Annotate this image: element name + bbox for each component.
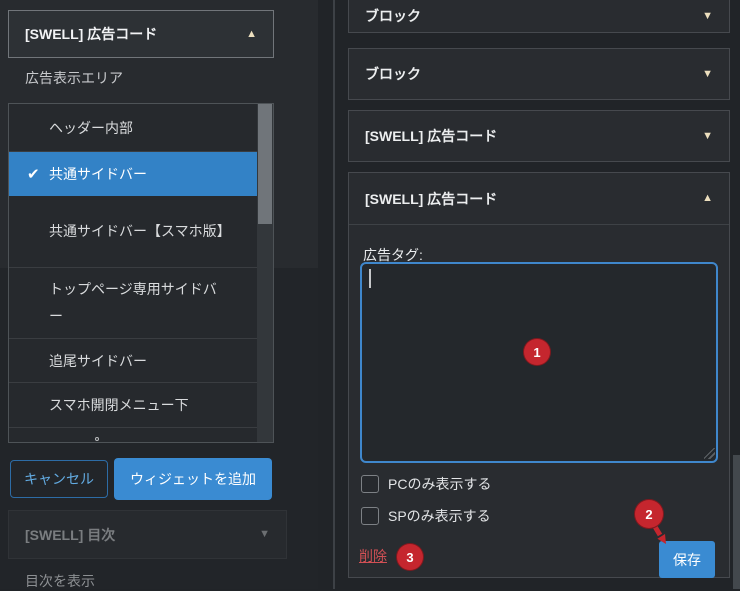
annotation-marker-2: 2 xyxy=(634,499,664,529)
resize-handle-icon[interactable] xyxy=(704,448,715,459)
expand-arrow-icon[interactable]: ▼ xyxy=(702,131,713,142)
widget-box-title: ブロック xyxy=(365,6,421,26)
panel-divider xyxy=(333,0,335,589)
widget-box-header[interactable]: [SWELL] 広告コード ▼ xyxy=(349,111,729,161)
widget-header-swell-ad-code[interactable]: [SWELL] 広告コード ▲ xyxy=(8,10,274,58)
widget-title: [SWELL] 目次 xyxy=(25,525,115,545)
sp-only-label: SPのみ表示する xyxy=(388,506,491,526)
list-item-label: トップページ専用サイドバー xyxy=(49,276,225,330)
checkmark-icon: ✔ xyxy=(27,165,40,183)
text-caret xyxy=(369,269,371,288)
list-item-partial[interactable] xyxy=(9,428,258,443)
list-item-sp-menu-bottom[interactable]: スマホ開閉メニュー下 xyxy=(9,383,258,428)
widget-box-title: ブロック xyxy=(365,64,421,84)
ad-display-area-label: 広告表示エリア xyxy=(25,68,123,88)
delete-link[interactable]: 削除 xyxy=(359,546,387,566)
sp-only-checkbox[interactable] xyxy=(361,507,379,525)
pc-only-checkbox[interactable] xyxy=(361,475,379,493)
add-widget-button[interactable]: ウィジェットを追加 xyxy=(114,458,272,500)
ad-area-list: ヘッダー内部 ✔ 共通サイドバー 共通サイドバー【スマホ版】 トップページ専用サ… xyxy=(9,104,258,443)
collapse-arrow-icon[interactable]: ▲ xyxy=(702,193,713,204)
list-scrollbar-thumb[interactable] xyxy=(258,104,272,224)
cancel-button[interactable]: キャンセル xyxy=(10,460,108,498)
widget-header-swell-toc[interactable]: [SWELL] 目次 ▼ xyxy=(8,510,287,559)
list-item-label: ヘッダー内部 xyxy=(49,118,133,138)
list-item-label: 共通サイドバー xyxy=(49,164,147,184)
pc-only-checkbox-row[interactable]: PCのみ表示する xyxy=(361,474,491,494)
list-item-top-page-sidebar[interactable]: トップページ専用サイドバー xyxy=(9,268,258,339)
expand-arrow-icon[interactable]: ▼ xyxy=(702,11,713,22)
widget-box-ad-code-collapsed: [SWELL] 広告コード ▼ xyxy=(348,110,730,162)
page-scrollbar-thumb[interactable] xyxy=(733,455,740,589)
ad-area-listbox[interactable]: ヘッダー内部 ✔ 共通サイドバー 共通サイドバー【スマホ版】 トップページ専用サ… xyxy=(8,103,274,443)
widget-title: [SWELL] 広告コード xyxy=(25,24,157,44)
widget-box-header[interactable]: [SWELL] 広告コード ▲ xyxy=(349,173,729,225)
sp-only-checkbox-row[interactable]: SPのみ表示する xyxy=(361,506,491,526)
widget-box-block-1: ブロック ▼ xyxy=(348,0,730,33)
annotation-marker-3: 3 xyxy=(396,543,424,571)
list-item-label: 共通サイドバー【スマホ版】 xyxy=(49,218,225,245)
list-item-label: 追尾サイドバー xyxy=(49,351,147,371)
list-scrollbar-track[interactable] xyxy=(257,104,273,442)
expand-arrow-icon[interactable]: ▼ xyxy=(259,529,270,540)
pc-only-label: PCのみ表示する xyxy=(388,474,491,494)
widget-box-block-2: ブロック ▼ xyxy=(348,48,730,100)
clipped-text-fragment xyxy=(95,437,99,441)
expand-arrow-icon[interactable]: ▼ xyxy=(702,69,713,80)
list-item-sticky-sidebar[interactable]: 追尾サイドバー xyxy=(9,339,258,383)
collapse-arrow-icon[interactable]: ▲ xyxy=(246,29,257,40)
list-item-label: スマホ開閉メニュー下 xyxy=(49,395,189,415)
widget-box-title: [SWELL] 広告コード xyxy=(365,189,497,209)
list-item-header-inner[interactable]: ヘッダー内部 xyxy=(9,104,258,152)
annotation-marker-1: 1 xyxy=(523,338,551,366)
toc-visibility-label: 目次を表示 xyxy=(25,571,95,591)
list-item-common-sidebar[interactable]: ✔ 共通サイドバー xyxy=(9,152,258,196)
widget-box-header[interactable]: ブロック ▼ xyxy=(349,49,729,99)
widget-box-title: [SWELL] 広告コード xyxy=(365,126,497,146)
widget-box-header[interactable]: ブロック ▼ xyxy=(349,0,729,32)
list-item-common-sidebar-mobile[interactable]: 共通サイドバー【スマホ版】 xyxy=(9,196,258,268)
